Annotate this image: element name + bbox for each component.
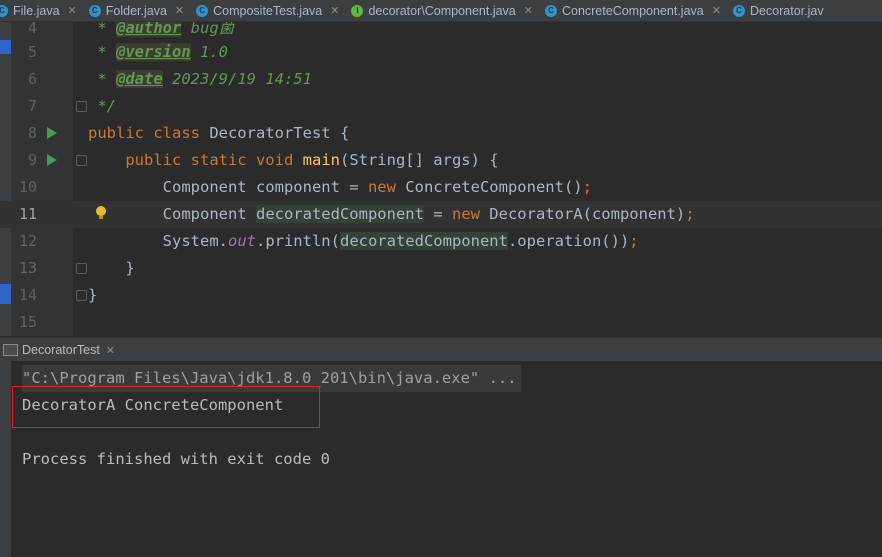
code-line-7: */ (88, 97, 116, 115)
code-text: .operation()) (507, 232, 630, 250)
tool-window-marker (0, 40, 11, 54)
run-tab-decoratortest[interactable]: DecoratorTest ✕ (0, 338, 115, 362)
doc-tag: @date (116, 70, 163, 88)
code-line-13: } (88, 259, 135, 277)
output-highlight-box (12, 386, 320, 428)
line-number: 12 (18, 232, 37, 250)
tab-label: ConcreteComponent.java (561, 3, 704, 18)
code-line-14: } (88, 286, 98, 304)
run-main-icon[interactable] (47, 154, 57, 166)
semicolon: ; (582, 178, 592, 196)
line-number: 9 (27, 151, 37, 169)
doc-tag: @author (116, 22, 182, 37)
line-number: 15 (18, 313, 37, 331)
semicolon: ; (629, 232, 639, 250)
project-tool-strip (0, 22, 11, 336)
fold-icon[interactable] (76, 101, 87, 112)
close-icon[interactable]: ✕ (68, 4, 77, 17)
line-number: 13 (18, 259, 37, 277)
close-icon[interactable]: ✕ (330, 4, 339, 17)
line-number: 11 (18, 205, 37, 223)
tab-label: decorator\Component.java (368, 3, 516, 18)
editor-tab-bar: C File.java ✕ C Folder.java ✕ C Composit… (0, 0, 882, 22)
abstract-class-icon: C (732, 4, 745, 17)
close-icon[interactable]: ✕ (524, 4, 533, 17)
fold-icon[interactable] (76, 290, 87, 301)
tab-concretecomponent-java[interactable]: C ConcreteComponent.java ✕ (539, 0, 727, 21)
code-text: System. (88, 232, 228, 250)
run-tool-window-header: DecoratorTest ✕ (0, 337, 882, 362)
code-text: = (423, 205, 452, 223)
code-line-8: public class DecoratorTest { (88, 120, 349, 147)
code-text: DecoratorA(component) (479, 205, 686, 223)
code-line-5: * @version 1.0 (88, 39, 228, 66)
interface-icon: I (351, 4, 364, 17)
code-line-12: System.out.println(decoratedComponent.op… (88, 228, 639, 255)
tab-folder-java[interactable]: C Folder.java ✕ (83, 0, 190, 21)
semicolon: ; (685, 205, 695, 223)
code-editor[interactable]: 4 5 6 7 8 9 10 11 12 13 14 15 * @author … (0, 22, 882, 336)
tab-compositetest-java[interactable]: C CompositeTest.java ✕ (190, 0, 345, 21)
class-icon: C (0, 4, 8, 17)
line-number: 6 (27, 70, 37, 88)
code-text: ConcreteComponent() (395, 178, 583, 196)
console-toolbar-strip (0, 361, 11, 557)
tab-label: Folder.java (105, 3, 167, 18)
doc-comment: * (88, 43, 116, 61)
line-number: 7 (27, 97, 37, 115)
console-exit-line: Process finished with exit code 0 (22, 450, 330, 468)
close-icon[interactable]: ✕ (175, 4, 184, 17)
highlighted-identifier: decoratedComponent (255, 205, 424, 223)
doc-comment: * (88, 70, 116, 88)
class-icon: C (196, 4, 209, 17)
tab-component-java[interactable]: I decorator\Component.java ✕ (345, 0, 539, 21)
line-number: 8 (27, 124, 37, 142)
code-text: DecoratorTest { (199, 124, 350, 142)
code-text: Component (88, 205, 256, 223)
highlighted-identifier: decoratedComponent (339, 232, 508, 250)
code-line-11: Component decoratedComponent = new Decor… (88, 201, 695, 228)
doc-tag: @version (116, 43, 191, 61)
tab-label: CompositeTest.java (213, 3, 323, 18)
code-line-10: Component component = new ConcreteCompon… (88, 174, 592, 201)
line-number: 10 (18, 178, 37, 196)
doc-comment: * (88, 22, 116, 37)
keyword: public static void (125, 151, 294, 169)
static-field: out (227, 232, 256, 250)
keyword: public class (88, 124, 200, 142)
code-text: .println( (255, 232, 340, 250)
run-tab-label: DecoratorTest (22, 343, 100, 357)
method-name: main (302, 151, 340, 169)
tab-label: File.java (13, 3, 60, 18)
tab-file-java[interactable]: C File.java ✕ (0, 0, 83, 21)
doc-comment: 1.0 (190, 43, 228, 61)
doc-comment: 2023/9/19 14:51 (162, 70, 312, 88)
run-configuration-icon (3, 344, 18, 356)
code-line-9: public static void main(String[] args) { (88, 147, 499, 174)
close-icon[interactable]: ✕ (712, 4, 721, 17)
line-number: 14 (18, 286, 37, 304)
class-icon: C (88, 4, 101, 17)
fold-icon[interactable] (76, 155, 87, 166)
keyword: new (451, 205, 480, 223)
code-line-6: * @date 2023/9/19 14:51 (88, 66, 312, 93)
code-text: Component component = (88, 178, 368, 196)
doc-comment: bug菌 (181, 22, 235, 37)
fold-icon[interactable] (76, 263, 87, 274)
close-icon[interactable]: ✕ (106, 344, 115, 357)
run-class-icon[interactable] (47, 127, 57, 139)
tool-window-marker (0, 284, 11, 304)
class-icon: C (544, 4, 557, 17)
tab-decorator-java[interactable]: C Decorator.jav (727, 0, 824, 21)
keyword: new (367, 178, 396, 196)
tab-label: Decorator.jav (749, 3, 824, 18)
line-number: 5 (27, 43, 37, 61)
code-text: (String[] args) { (339, 151, 499, 169)
